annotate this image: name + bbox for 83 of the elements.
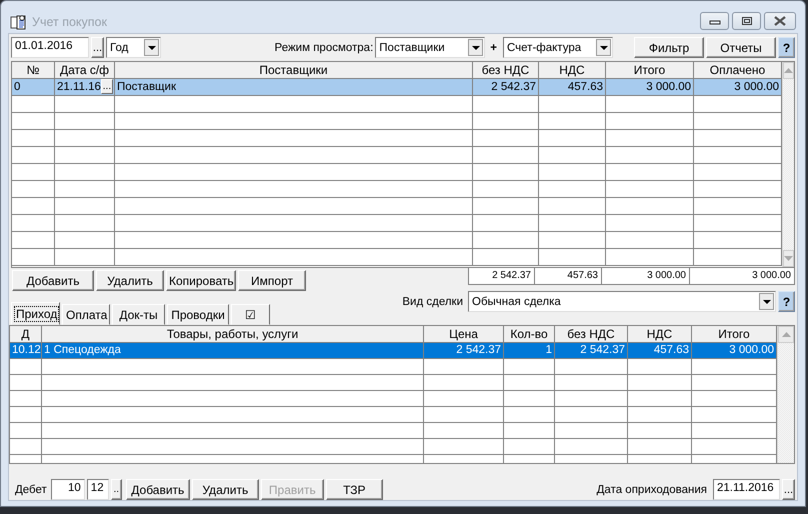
column-header[interactable]: НДС: [628, 326, 692, 343]
table-cell: 457.63: [539, 79, 606, 96]
account-picker-button[interactable]: ..: [110, 479, 122, 500]
window-title: Учет покупок: [32, 15, 107, 29]
plus-sign: +: [490, 42, 497, 54]
action-button[interactable]: Удалить: [96, 270, 164, 291]
date-field[interactable]: 01.01.2016: [11, 37, 89, 58]
table-row[interactable]: 0 21.11.16 ... Поставщик 2 542.37 457.63 3 000.00 3 000.00: [12, 79, 782, 96]
table-cell: 2 542.37: [424, 343, 504, 359]
table-cell: 2 542.37: [473, 79, 539, 96]
action-button[interactable]: Импорт: [238, 270, 306, 291]
scroll-up-icon: [782, 332, 790, 337]
column-header[interactable]: Д: [10, 326, 42, 343]
column-header[interactable]: Цена: [424, 326, 504, 343]
scrollbar[interactable]: [782, 62, 794, 267]
item-button[interactable]: ТЗР: [326, 479, 383, 500]
tab[interactable]: Док-ты: [112, 304, 165, 325]
receipt-date-label: Дата оприходования: [596, 484, 707, 496]
item-button[interactable]: Удалить: [192, 479, 259, 500]
deal-type-label: Вид сделки: [402, 296, 463, 308]
help-button[interactable]: ?: [778, 37, 795, 58]
column-header[interactable]: без НДС: [555, 326, 628, 343]
tab[interactable]: Приход: [11, 302, 60, 325]
table-cell: 2 542.37: [555, 343, 628, 359]
close-button[interactable]: [764, 12, 796, 30]
minimize-button[interactable]: [700, 12, 729, 30]
dropdown-icon: [759, 293, 774, 310]
total-cell: 3 000.00: [602, 268, 690, 284]
table-cell-text: 21.11.16: [57, 80, 101, 95]
dropdown-icon: [596, 39, 611, 56]
column-header[interactable]: без НДС: [473, 62, 539, 79]
column-header[interactable]: Итого: [606, 62, 694, 79]
dropdown-icon: [144, 39, 159, 56]
date-picker-button[interactable]: ...: [782, 479, 795, 500]
view-mode-label: Режим просмотра:: [274, 42, 374, 54]
tab[interactable]: ☑: [231, 304, 270, 325]
scrollbar[interactable]: [777, 326, 794, 463]
table-cell: 3 000.00: [606, 79, 694, 96]
action-button[interactable]: Добавить: [12, 270, 94, 291]
scroll-up-icon: [784, 68, 793, 73]
table-cell: Поставщик: [115, 79, 473, 96]
table-row[interactable]: 10.12 1 Спецодежда 2 542.37 1 2 542.37 457.63 3 000.00: [10, 343, 777, 359]
scroll-down-icon: [784, 256, 793, 261]
help-button[interactable]: ?: [778, 291, 795, 312]
column-header[interactable]: Поставщики: [115, 62, 473, 79]
table-cell: 3 000.00: [694, 79, 782, 96]
period-select[interactable]: Год: [106, 37, 161, 58]
tab[interactable]: Проводки: [167, 304, 229, 325]
table-cell: 1 Спецодежда: [42, 343, 424, 359]
document-type-select[interactable]: Счет-фактура: [503, 37, 613, 58]
item-button[interactable]: Добавить: [126, 479, 190, 500]
total-cell: 2 542.37: [469, 268, 535, 284]
column-header[interactable]: Дата с/ф: [55, 62, 115, 79]
column-header[interactable]: Оплачено: [694, 62, 782, 79]
receipt-date-field[interactable]: 21.11.2016: [713, 479, 780, 500]
view-mode-select[interactable]: Поставщики: [375, 37, 486, 58]
debit-label: Дебет: [15, 484, 47, 496]
column-header[interactable]: Товары, работы, услуги: [42, 326, 424, 343]
table-cell: 1: [504, 343, 555, 359]
deal-type-select[interactable]: Обычная сделка: [468, 291, 776, 312]
toolbar-button[interactable]: Отчеты: [706, 37, 776, 58]
table-cell: 0: [12, 79, 55, 96]
tab[interactable]: Оплата: [62, 304, 110, 325]
column-header[interactable]: Итого: [692, 326, 777, 343]
total-cell-text: 3 000.00: [751, 269, 792, 283]
account-field[interactable]: 10: [50, 479, 85, 500]
action-button[interactable]: Копировать: [166, 270, 236, 291]
column-header[interactable]: №: [12, 62, 55, 79]
maximize-icon: [740, 16, 752, 26]
dropdown-icon: [468, 39, 484, 56]
document-icon: [10, 14, 28, 30]
subaccount-field[interactable]: 12: [86, 479, 109, 500]
date-picker-button[interactable]: ...: [100, 79, 113, 94]
total-cell: 457.63: [535, 268, 602, 284]
date-picker-button[interactable]: ...: [91, 37, 104, 58]
table-cell: 457.63: [628, 343, 692, 359]
table-cell: 3 000.00: [692, 343, 777, 359]
column-header[interactable]: Кол-во: [504, 326, 555, 343]
column-header[interactable]: НДС: [539, 62, 606, 79]
close-icon: [773, 16, 787, 26]
table-cell: 10.12: [10, 343, 42, 359]
toolbar-button[interactable]: Фильтр: [634, 37, 704, 58]
maximize-button[interactable]: [732, 12, 761, 30]
